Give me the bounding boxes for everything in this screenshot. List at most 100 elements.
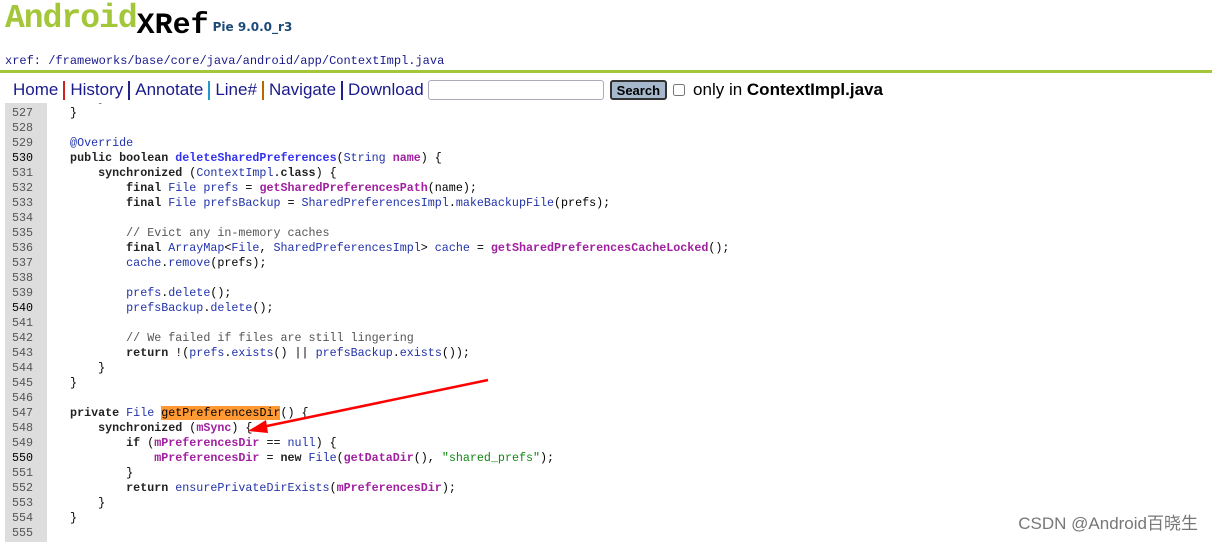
line-number[interactable]: 540 <box>12 301 33 316</box>
code-token: ( <box>336 151 344 165</box>
nav-download[interactable]: Download <box>348 80 424 99</box>
code-token[interactable]: exists <box>400 346 442 360</box>
code-token[interactable]: getDataDir <box>344 451 414 465</box>
code-token[interactable]: ensurePrivateDirExists <box>175 481 329 495</box>
code-token[interactable]: ArrayMap <box>168 241 224 255</box>
nav-separator <box>208 81 211 100</box>
line-number[interactable]: 536 <box>12 241 33 256</box>
code-token[interactable]: deleteSharedPreferences <box>175 151 336 165</box>
code-token[interactable]: File <box>231 241 259 255</box>
code-token: (); <box>210 286 232 300</box>
nav-annotate[interactable]: Annotate <box>135 80 203 99</box>
line-number[interactable]: 554 <box>12 511 33 526</box>
code-token[interactable]: getSharedPreferencesPath <box>259 181 427 195</box>
breadcrumb-path[interactable]: /frameworks/base/core/java/android/app/C… <box>48 54 444 68</box>
code-token[interactable]: File prefs <box>168 181 238 195</box>
code-token: !( <box>175 346 190 360</box>
code-token[interactable]: prefs <box>189 346 224 360</box>
code-token[interactable]: name <box>393 151 421 165</box>
only-in-file-checkbox[interactable] <box>673 84 686 96</box>
code-token: private <box>42 406 127 420</box>
code-token[interactable]: SharedPreferencesImpl <box>273 241 420 255</box>
code-token: ) { <box>420 151 442 165</box>
line-number[interactable]: 539 <box>12 286 33 301</box>
code-token[interactable]: null <box>288 436 316 450</box>
code-token[interactable]: mPreferencesDir <box>337 481 442 495</box>
nav-separator <box>128 81 131 100</box>
code-token: if <box>42 436 148 450</box>
line-number[interactable]: 551 <box>12 466 33 481</box>
nav-line-number[interactable]: Line# <box>215 80 257 99</box>
code-token: } <box>42 466 134 480</box>
code-token[interactable]: prefsBackup <box>316 346 393 360</box>
line-number[interactable]: 531 <box>12 166 33 181</box>
line-number[interactable]: 532 <box>12 181 33 196</box>
code-token: = <box>280 196 302 210</box>
nav-navigate[interactable]: Navigate <box>269 80 336 99</box>
code-token[interactable]: SharedPreferencesImpl <box>302 196 449 210</box>
code-text: final File prefsBackup = SharedPreferenc… <box>42 196 610 211</box>
code-token[interactable]: remove <box>168 256 210 270</box>
code-token[interactable]: ContextImpl <box>196 166 273 180</box>
line-number[interactable]: 542 <box>12 331 33 346</box>
code-text: final ArrayMap<File, SharedPreferencesIm… <box>42 241 729 256</box>
line-number[interactable]: 547 <box>12 406 33 421</box>
code-token: ( <box>329 481 337 495</box>
code-token[interactable]: cache <box>435 241 470 255</box>
line-number[interactable]: 549 <box>12 436 33 451</box>
line-number[interactable]: 538 <box>12 271 33 286</box>
highlighted-symbol[interactable]: getPreferencesDir <box>161 406 281 420</box>
code-token[interactable]: mSync <box>196 421 231 435</box>
line-number[interactable]: 555 <box>12 526 33 541</box>
code-token: > <box>420 241 435 255</box>
code-token[interactable]: mPreferencesDir <box>154 436 259 450</box>
code-token[interactable]: prefsBackup <box>42 301 203 315</box>
code-text: } <box>42 376 77 391</box>
code-token[interactable]: cache <box>42 256 161 270</box>
line-number[interactable]: 548 <box>12 421 33 436</box>
line-number[interactable]: 550 <box>12 451 33 466</box>
code-token[interactable]: makeBackupFile <box>456 196 554 210</box>
code-token[interactable]: delete <box>168 286 210 300</box>
line-number[interactable]: 553 <box>12 496 33 511</box>
line-number[interactable]: 533 <box>12 196 33 211</box>
line-number[interactable]: 545 <box>12 376 33 391</box>
code-token: ) { <box>315 166 337 180</box>
androidxref-logo[interactable]: AndroidXRef Pie 9.0.0_r3 <box>5 0 292 43</box>
line-number[interactable]: 528 <box>12 121 33 136</box>
code-token[interactable]: String <box>344 151 393 165</box>
line-number[interactable]: 541 <box>12 316 33 331</box>
code-token: , <box>259 241 274 255</box>
breadcrumb-prefix[interactable]: xref: <box>5 54 41 68</box>
code-token[interactable]: exists <box>231 346 273 360</box>
code-token[interactable]: delete <box>210 301 252 315</box>
line-number[interactable]: 535 <box>12 226 33 241</box>
code-token[interactable]: File prefsBackup <box>168 196 280 210</box>
code-token[interactable]: File <box>309 451 337 465</box>
line-number[interactable]: 527 <box>12 106 33 121</box>
search-button[interactable]: Search <box>609 80 668 100</box>
nav-home[interactable]: Home <box>13 80 58 99</box>
line-number[interactable]: 552 <box>12 481 33 496</box>
line-number[interactable]: 529 <box>12 136 33 151</box>
code-token[interactable]: mPreferencesDir <box>42 451 259 465</box>
line-number[interactable]: 530 <box>12 151 33 166</box>
line-number[interactable]: 537 <box>12 256 33 271</box>
nav-history[interactable]: History <box>70 80 123 99</box>
line-number[interactable]: 543 <box>12 346 33 361</box>
code-token[interactable]: getSharedPreferencesCacheLocked <box>491 241 708 255</box>
line-number[interactable]: 546 <box>12 391 33 406</box>
code-token: return <box>42 481 176 495</box>
line-number[interactable]: 534 <box>12 211 33 226</box>
code-token: () || <box>273 346 316 360</box>
code-token[interactable]: @Override <box>42 136 133 150</box>
code-text: public boolean deleteSharedPreferences(S… <box>42 151 442 166</box>
code-token: } <box>42 511 78 525</box>
code-token[interactable]: File <box>126 406 161 420</box>
code-text: @Override <box>42 136 133 151</box>
code-token[interactable]: prefs <box>42 286 161 300</box>
code-text: prefs.delete(); <box>42 286 231 301</box>
line-number[interactable]: 544 <box>12 361 33 376</box>
search-input[interactable] <box>427 80 604 100</box>
code-token: == <box>259 436 288 450</box>
